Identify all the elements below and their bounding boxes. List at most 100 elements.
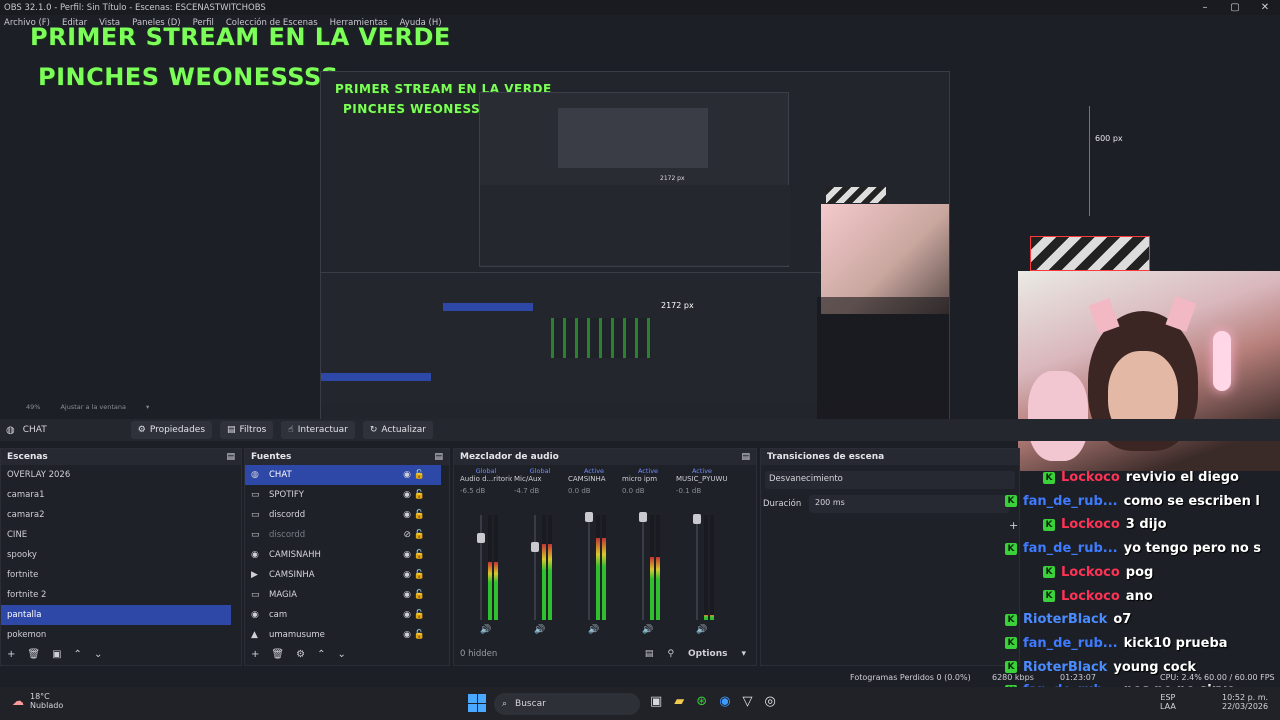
taskbar-search[interactable]: ⌕ Buscar bbox=[494, 693, 640, 715]
lock-icon[interactable]: 🔓 bbox=[414, 470, 425, 480]
scene-item[interactable]: camara1 bbox=[1, 485, 231, 505]
weather-widget[interactable]: ☁ 18°C Nublado bbox=[12, 692, 63, 710]
options-button[interactable]: Options bbox=[688, 649, 727, 659]
channel-label[interactable]: CAMSINHA bbox=[568, 475, 620, 483]
task-view-icon[interactable]: ▣ bbox=[650, 694, 662, 709]
scene-item[interactable]: fortnite 2 bbox=[1, 585, 231, 605]
lock-icon[interactable]: 🔓 bbox=[414, 590, 425, 600]
transition-select[interactable]: Desvanecimiento bbox=[765, 471, 1015, 489]
fader-knob[interactable] bbox=[585, 512, 593, 523]
level-fill bbox=[710, 614, 714, 620]
lock-icon[interactable]: 🔓 bbox=[414, 510, 425, 520]
fit-window-button[interactable]: Ajustar a la ventana bbox=[60, 403, 126, 411]
source-item[interactable]: ◍ CHAT ◉ 🔓 bbox=[245, 465, 441, 485]
refresh-button[interactable]: ↻ Actualizar bbox=[362, 421, 433, 439]
channel-label[interactable]: Audio d...ritorio bbox=[460, 475, 512, 483]
source-item[interactable]: ◉ CAMISNAHH ◉ 🔓 bbox=[245, 545, 441, 565]
trash-icon[interactable]: 🗑 bbox=[27, 649, 40, 660]
lock-icon[interactable]: 🔓 bbox=[414, 490, 425, 500]
dock-menu-icon[interactable]: ▤ bbox=[226, 452, 235, 462]
scene-item[interactable]: pantalla bbox=[1, 605, 231, 625]
fader-knob[interactable] bbox=[693, 514, 701, 525]
channel-label[interactable]: micro ipm bbox=[622, 475, 674, 483]
scene-item[interactable]: pokemon bbox=[1, 625, 231, 645]
eye-icon[interactable]: ◉ bbox=[403, 470, 411, 480]
preview-area[interactable]: PRIMER STREAM EN LA VERDE PINCHES WEONES… bbox=[0, 23, 1280, 471]
scene-item[interactable]: fortnite bbox=[1, 565, 231, 585]
trash-icon[interactable]: 🗑 bbox=[271, 649, 284, 660]
obs-icon[interactable]: ◎ bbox=[765, 694, 776, 709]
volume-fader[interactable] bbox=[480, 515, 482, 620]
scene-item[interactable]: CINE bbox=[1, 525, 231, 545]
folder-icon[interactable]: ▰ bbox=[674, 694, 684, 709]
arrow-up-icon[interactable]: ⌃ bbox=[317, 649, 325, 660]
scene-item[interactable]: camara2 bbox=[1, 505, 231, 525]
eye-icon[interactable]: ◉ bbox=[403, 570, 411, 580]
fader-knob[interactable] bbox=[639, 512, 647, 523]
source-item[interactable]: ▭ SPOTIFY ◉ 🔓 bbox=[245, 485, 441, 505]
eye-icon[interactable]: ◉ bbox=[403, 590, 411, 600]
volume-fader[interactable] bbox=[696, 515, 698, 620]
source-item[interactable]: ▭ discordd ◉ 🔓 bbox=[245, 505, 441, 525]
volume-fader[interactable] bbox=[642, 515, 644, 620]
fader-knob[interactable] bbox=[531, 541, 539, 552]
channel-label[interactable]: Mic/Aux bbox=[514, 475, 566, 483]
filter-icon[interactable]: ▣ bbox=[52, 649, 61, 660]
lock-icon[interactable]: 🔓 bbox=[414, 570, 425, 580]
arrow-up-icon[interactable]: ⌃ bbox=[74, 649, 82, 660]
windows-start-icon[interactable] bbox=[468, 694, 486, 712]
taskbar-clock[interactable]: 10:52 p. m. 22/03/2026 bbox=[1222, 693, 1268, 711]
language-indicator[interactable]: ESP LAA bbox=[1160, 693, 1176, 711]
link-icon[interactable]: ⚲ bbox=[667, 649, 674, 659]
speaker-icon[interactable]: 🔊 bbox=[480, 625, 491, 635]
xbox-icon[interactable]: ⊛ bbox=[696, 694, 707, 709]
gear-icon[interactable]: ⚙ bbox=[296, 649, 305, 660]
add-icon[interactable]: + bbox=[7, 649, 15, 660]
properties-button[interactable]: ⚙ Propiedades bbox=[130, 421, 213, 439]
speaker-icon[interactable]: 🔊 bbox=[588, 625, 599, 635]
speaker-icon[interactable]: 🔊 bbox=[642, 625, 653, 635]
source-item[interactable]: ▭ discordd ⊘ 🔓 bbox=[245, 525, 441, 545]
valorant-icon[interactable]: ▽ bbox=[743, 694, 753, 709]
channel-label[interactable]: MUSIC_PYUWU bbox=[676, 475, 728, 483]
eye-icon[interactable]: ◉ bbox=[403, 550, 411, 560]
zoom-level[interactable]: 49% bbox=[26, 403, 40, 411]
chat-text: como se escriben l bbox=[1123, 493, 1260, 509]
close-icon[interactable]: ✕ bbox=[1250, 0, 1280, 15]
minimize-icon[interactable]: – bbox=[1190, 0, 1220, 15]
source-item[interactable]: ◉ cam ◉ 🔓 bbox=[245, 605, 441, 625]
chevron-down-icon[interactable]: ▾ bbox=[146, 403, 149, 411]
chevron-down-icon[interactable]: ▾ bbox=[741, 649, 746, 659]
source-item[interactable]: ▶ CAMSINHA ◉ 🔓 bbox=[245, 565, 441, 585]
eye-slash-icon[interactable]: ⊘ bbox=[403, 530, 411, 540]
add-icon[interactable]: + bbox=[251, 649, 259, 660]
speaker-icon[interactable]: 🔊 bbox=[534, 625, 545, 635]
scene-item[interactable]: spooky bbox=[1, 545, 231, 565]
source-item[interactable]: ▭ MAGIA ◉ 🔓 bbox=[245, 585, 441, 605]
eye-icon[interactable]: ◉ bbox=[403, 490, 411, 500]
eye-icon[interactable]: ◉ bbox=[403, 610, 411, 620]
dock-menu-icon[interactable]: ▤ bbox=[434, 452, 443, 462]
arrow-down-icon[interactable]: ⌄ bbox=[337, 649, 345, 660]
fader-knob[interactable] bbox=[477, 533, 485, 544]
layout-icon[interactable]: ▤ bbox=[645, 649, 654, 659]
lock-icon[interactable]: 🔓 bbox=[414, 610, 425, 620]
volume-fader[interactable] bbox=[534, 515, 536, 620]
nested-px-label: 2172 px bbox=[660, 175, 685, 182]
eye-icon[interactable]: ◉ bbox=[403, 630, 411, 640]
volume-fader[interactable] bbox=[588, 515, 590, 620]
duration-input[interactable]: 200 ms bbox=[809, 495, 1009, 513]
scene-item[interactable]: OVERLAY 2026 bbox=[1, 465, 231, 485]
maximize-icon[interactable]: ▢ bbox=[1220, 0, 1250, 15]
arrow-down-icon[interactable]: ⌄ bbox=[94, 649, 102, 660]
chrome-icon[interactable]: ◉ bbox=[719, 694, 730, 709]
filters-button[interactable]: ▤ Filtros bbox=[220, 421, 274, 439]
lock-icon[interactable]: 🔓 bbox=[414, 630, 425, 640]
lock-icon[interactable]: 🔓 bbox=[414, 530, 425, 540]
lock-icon[interactable]: 🔓 bbox=[414, 550, 425, 560]
source-item[interactable]: ▲ umamusume ◉ 🔓 bbox=[245, 625, 441, 645]
interact-button[interactable]: ☝ Interactuar bbox=[281, 421, 355, 439]
eye-icon[interactable]: ◉ bbox=[403, 510, 411, 520]
preview-canvas[interactable]: PRIMER STREAM EN LA VERDE PINCHES WEONES… bbox=[320, 71, 950, 425]
speaker-icon[interactable]: 🔊 bbox=[696, 625, 707, 635]
